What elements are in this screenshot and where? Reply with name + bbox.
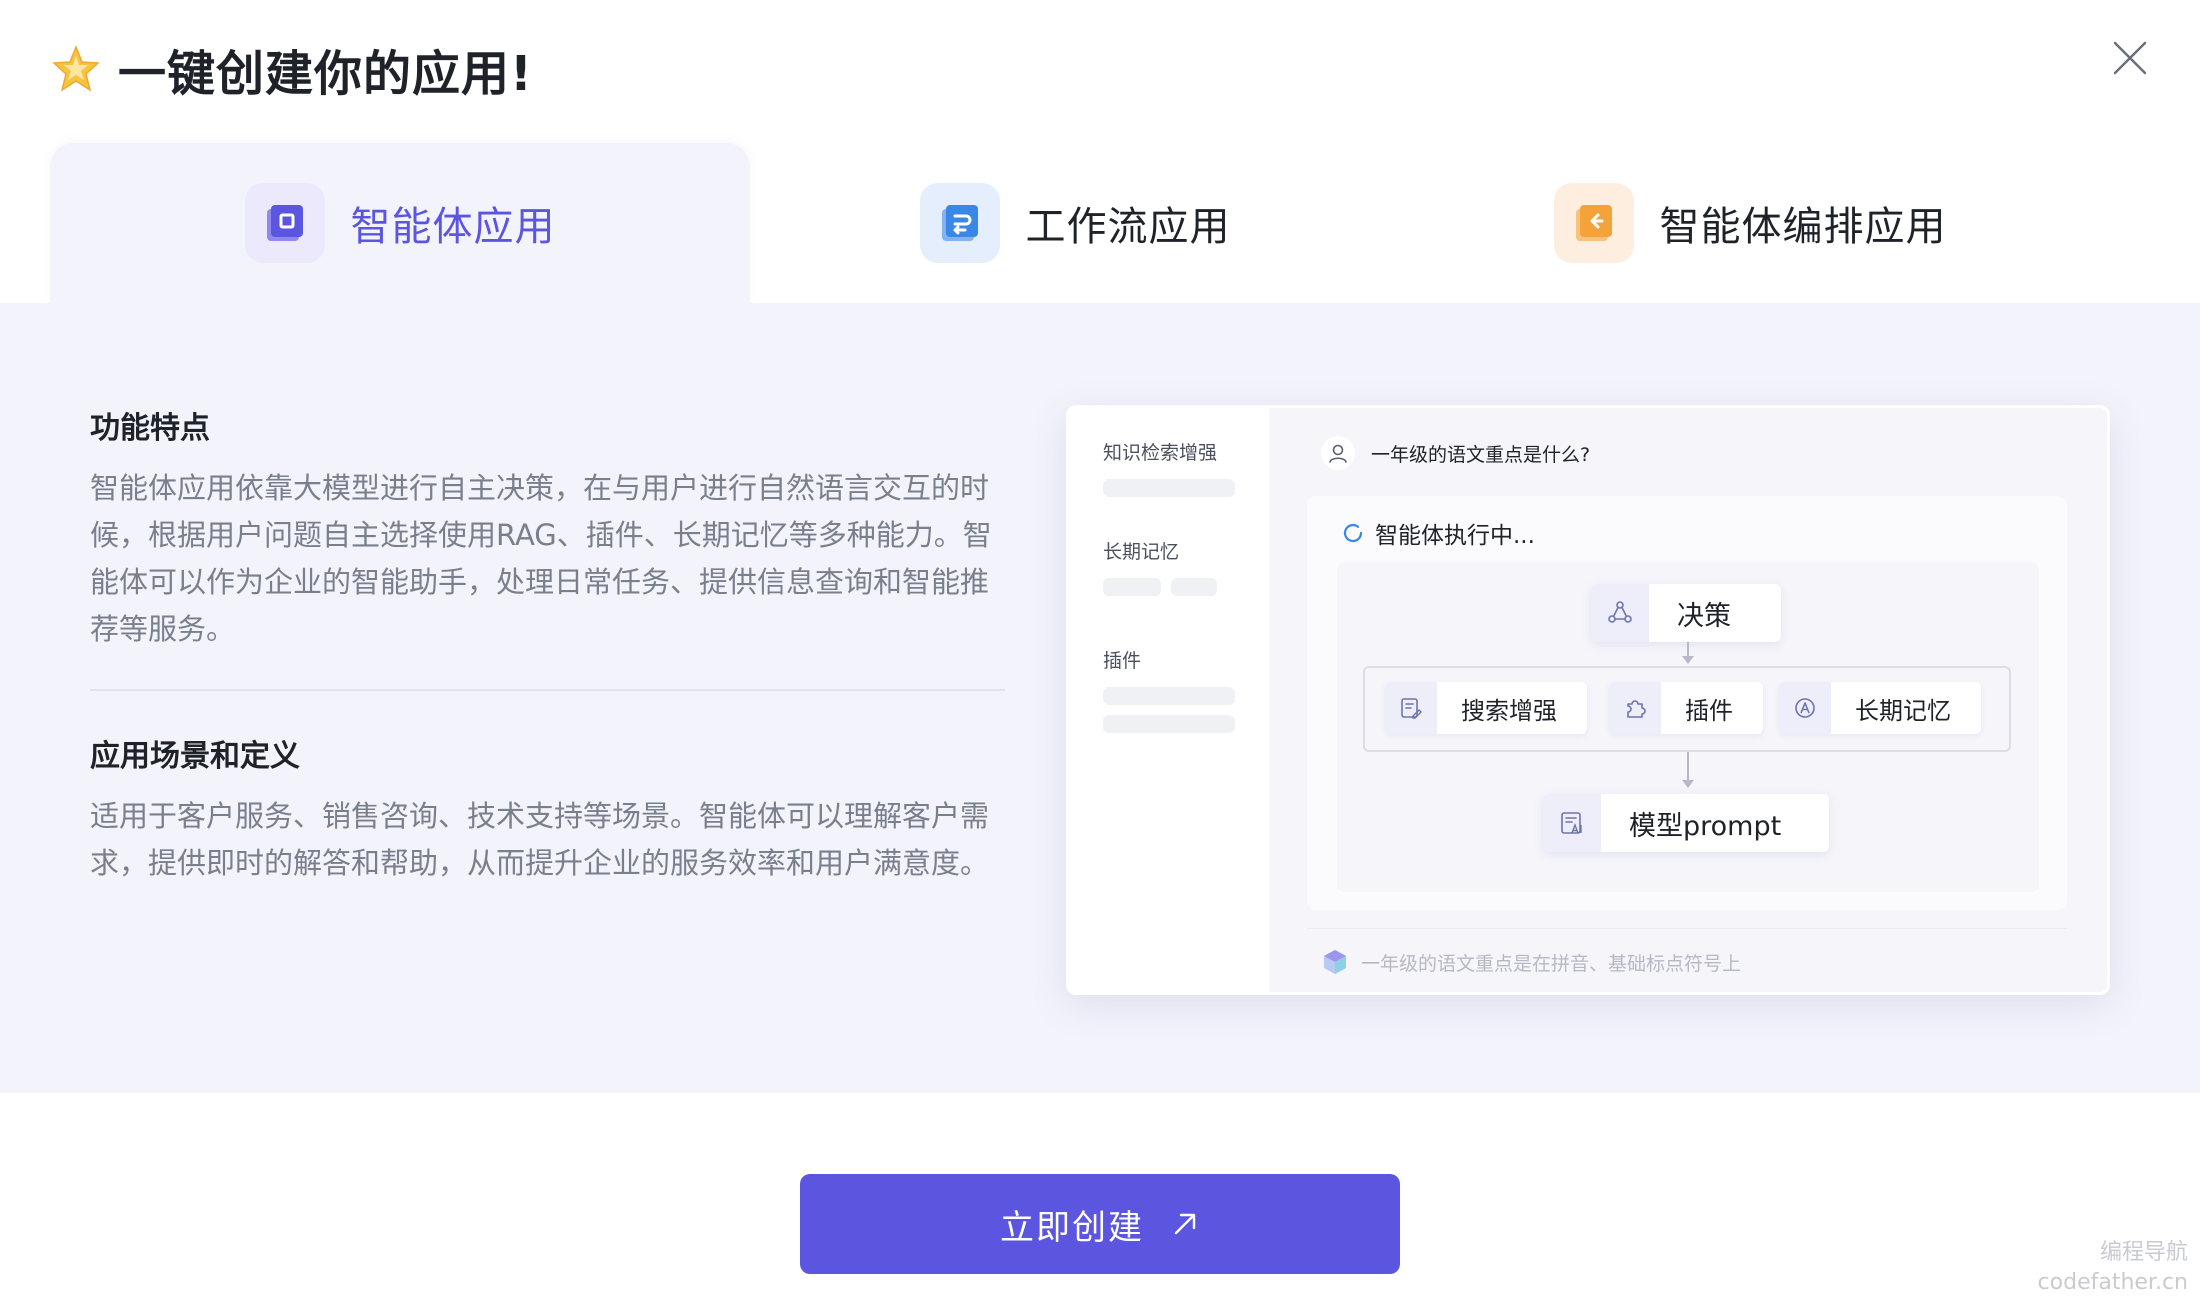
preview-sidebar-label: 长期记忆: [1103, 541, 1180, 563]
tab-agent-app[interactable]: 智能体应用: [50, 143, 750, 303]
flow-node-memory: 长期记忆: [1779, 682, 1981, 734]
flow-node-plugin: 插件: [1609, 682, 1763, 734]
star-icon: [48, 41, 104, 97]
watermark-line: codefather.cn: [2037, 1270, 2188, 1295]
create-button-label: 立即创建: [1000, 1207, 1144, 1248]
flow-node-decision: 决策: [1591, 584, 1781, 642]
scenarios-title: 应用场景和定义: [90, 739, 300, 774]
node-label: 模型prompt: [1629, 810, 1782, 842]
execution-status-text: 智能体执行中...: [1375, 523, 1535, 549]
agent-preview-illustration: 知识检索增强 长期记忆 插件 一年级的语文重点是什么? 智能体执行中... 决策…: [1066, 405, 2110, 995]
skeleton-bar: [1171, 578, 1217, 596]
flow-connector: [1687, 752, 1689, 782]
preview-sidebar: 知识检索增强 长期记忆 插件: [1069, 408, 1269, 992]
preview-sidebar-label: 知识检索增强: [1103, 442, 1218, 464]
question-text: 一年级的语文重点是什么?: [1371, 443, 1591, 466]
app-type-tabs: 智能体应用 工作流应用 智能体编排应用: [0, 143, 2200, 303]
tab-label: 智能体编排应用: [1659, 204, 1947, 250]
answer-divider: [1307, 928, 2067, 929]
preview-chat-area: 一年级的语文重点是什么? 智能体执行中... 决策 搜索增强 插件 长期记忆 模…: [1269, 408, 2107, 992]
tab-label: 工作流应用: [1025, 204, 1231, 250]
tab-agent-orchestration-app[interactable]: 智能体编排应用: [1400, 143, 2100, 303]
flow-arrowhead: [1682, 780, 1694, 788]
workflow-app-icon: [919, 183, 1000, 263]
execution-status: 智能体执行中...: [1341, 516, 1535, 550]
memory-icon: [1779, 682, 1831, 734]
watermark-line: 编程导航: [2099, 1240, 2188, 1265]
search-enhance-icon: [1385, 682, 1437, 734]
preview-sidebar-group: 长期记忆: [1103, 537, 1235, 606]
answer-text: 一年级的语文重点是在拼音、基础标点符号上: [1361, 952, 1742, 975]
flow-node-model-prompt: 模型prompt: [1543, 794, 1829, 852]
watermark: 编程导航 codefather.cn: [2038, 1238, 2188, 1298]
scenarios-body: 适用于客户服务、销售咨询、技术支持等场景。智能体可以理解客户需求，提供即时的解答…: [90, 799, 990, 880]
plugin-icon: [1609, 682, 1661, 734]
loading-icon: [1343, 523, 1363, 543]
create-app-modal: 一键创建你的应用! 智能体应用 工作流应用 智能体编排应用 功能特点 智能体应用…: [0, 0, 2200, 1308]
agent-flow-diagram: 决策 搜索增强 插件 长期记忆 模型prompt: [1337, 562, 2039, 892]
node-label: 插件: [1685, 696, 1733, 725]
skeleton-bar: [1103, 479, 1235, 497]
close-icon: [2113, 41, 2147, 75]
preview-user-question: 一年级的语文重点是什么?: [1321, 436, 1590, 470]
close-button[interactable]: [2100, 28, 2160, 88]
preview-answer: 一年级的语文重点是在拼音、基础标点符号上: [1321, 948, 1741, 976]
create-now-button[interactable]: 立即创建: [800, 1174, 1400, 1274]
node-label: 决策: [1677, 600, 1731, 632]
preview-sidebar-group: 知识检索增强: [1103, 438, 1235, 497]
features-body: 智能体应用依靠大模型进行自主决策，在与用户进行自然语言交互的时候，根据用户问题自…: [90, 471, 992, 646]
divider: [90, 689, 1005, 691]
arrow-up-right-icon: [1174, 1213, 1196, 1235]
model-prompt-icon: [1543, 794, 1601, 852]
preview-sidebar-label: 插件: [1103, 650, 1142, 672]
agent-orchestration-icon: [1553, 183, 1634, 263]
skeleton-bar: [1103, 687, 1235, 705]
skeleton-bar: [1103, 715, 1235, 733]
agent-app-icon: [244, 183, 325, 263]
node-label: 长期记忆: [1855, 696, 1951, 725]
capability-group: 搜索增强 插件 长期记忆: [1363, 666, 2011, 752]
decision-icon: [1591, 584, 1649, 642]
flow-arrowhead: [1682, 656, 1694, 664]
tab-content-panel: 功能特点 智能体应用依靠大模型进行自主决策，在与用户进行自然语言交互的时候，根据…: [0, 303, 2200, 1093]
flow-node-search: 搜索增强: [1385, 682, 1587, 734]
assistant-logo-icon: [1324, 950, 1346, 974]
preview-execution-card: 智能体执行中... 决策 搜索增强 插件 长期记忆 模型prompt: [1307, 496, 2067, 910]
description-column: 功能特点 智能体应用依靠大模型进行自主决策，在与用户进行自然语言交互的时候，根据…: [90, 403, 1005, 887]
page-title: 一键创建你的应用!: [118, 46, 533, 102]
preview-sidebar-group: 插件: [1103, 646, 1235, 733]
skeleton-bar: [1103, 578, 1161, 596]
tab-workflow-app[interactable]: 工作流应用: [750, 143, 1400, 303]
modal-header: 一键创建你的应用!: [48, 34, 533, 104]
tab-label: 智能体应用: [350, 204, 556, 250]
user-icon: [1321, 436, 1355, 470]
node-label: 搜索增强: [1461, 696, 1557, 725]
features-title: 功能特点: [90, 411, 210, 446]
